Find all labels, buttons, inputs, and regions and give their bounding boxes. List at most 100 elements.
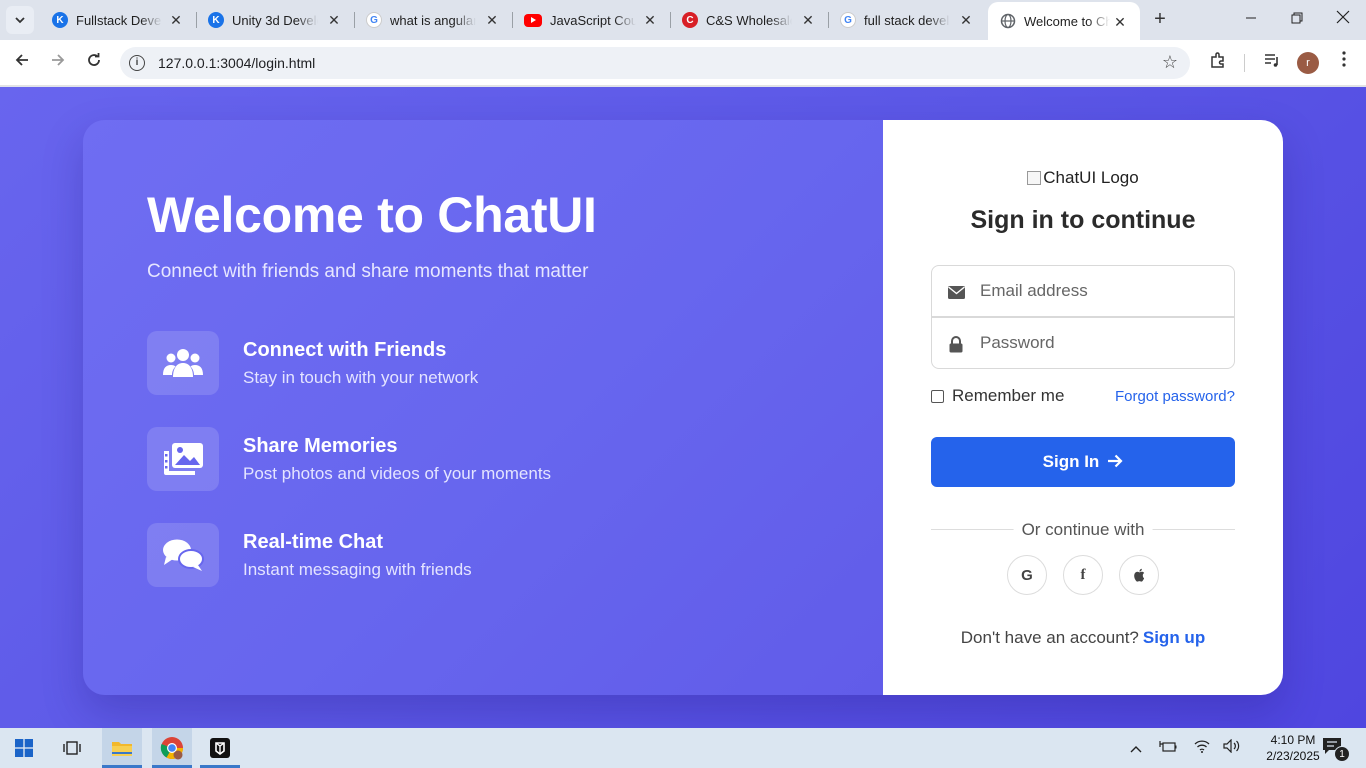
email-input[interactable] xyxy=(980,266,1225,316)
address-bar[interactable]: i 127.0.0.1:3004/login.html ☆ xyxy=(120,47,1190,79)
tab-angular[interactable]: G what is angular ✕ xyxy=(354,0,512,40)
tab-cs-wholesale[interactable]: C C&S Wholesale ✕ xyxy=(670,0,828,40)
feature-title: Connect with Friends xyxy=(243,338,447,361)
feature-title: Real-time Chat xyxy=(243,530,384,553)
lock-icon xyxy=(946,334,966,354)
logo-alt-text: ChatUI Logo xyxy=(1043,168,1139,187)
or-divider: Or continue with xyxy=(931,520,1235,540)
feature-memories: Share Memories Post photos and videos of… xyxy=(147,427,551,491)
tab-fullstack[interactable]: K Fullstack Develo ✕ xyxy=(40,0,196,40)
chrome-app[interactable] xyxy=(152,728,192,768)
browser-toolbar: i 127.0.0.1:3004/login.html ☆ r xyxy=(0,40,1366,86)
tab-search-button[interactable] xyxy=(6,6,34,34)
welcome-subtitle: Connect with friends and share moments t… xyxy=(147,261,589,282)
forgot-password-link[interactable]: Forgot password? xyxy=(1115,388,1235,405)
remember-me[interactable]: Remember me xyxy=(931,386,1064,406)
feature-description: Stay in touch with your network xyxy=(243,367,479,387)
apple-icon xyxy=(1134,568,1145,582)
extensions-icon[interactable] xyxy=(1206,51,1230,75)
tab-fullstack-search[interactable]: G full stack develo ✕ xyxy=(828,0,986,40)
volume-icon[interactable] xyxy=(1222,738,1242,758)
arrow-right-icon xyxy=(1107,452,1123,473)
chevron-down-icon xyxy=(15,17,25,24)
clock-time: 4:10 PM xyxy=(1270,733,1316,747)
new-tab-button[interactable]: + xyxy=(1148,8,1172,32)
file-explorer-app[interactable] xyxy=(102,728,142,768)
close-icon[interactable]: ✕ xyxy=(800,12,816,28)
back-button[interactable] xyxy=(8,49,36,77)
chat-bubbles-icon xyxy=(147,523,219,587)
close-icon[interactable]: ✕ xyxy=(326,12,342,28)
password-input[interactable] xyxy=(980,318,1225,368)
minimize-icon xyxy=(1246,17,1256,19)
toolbar-divider xyxy=(1244,54,1245,72)
arrow-right-icon xyxy=(52,54,65,66)
site-info-icon[interactable]: i xyxy=(129,55,145,71)
broken-image-icon xyxy=(1027,171,1042,185)
start-button[interactable] xyxy=(4,728,44,768)
tab-title: JavaScript Cours xyxy=(550,12,636,28)
reload-button[interactable] xyxy=(80,49,108,77)
signin-button[interactable]: Sign In xyxy=(931,437,1235,487)
folder-icon xyxy=(112,742,132,756)
signup-link[interactable]: Sign up xyxy=(1143,628,1205,647)
close-icon[interactable]: ✕ xyxy=(1112,14,1128,30)
task-view-button[interactable] xyxy=(52,728,92,768)
clock-date: 2/23/2025 xyxy=(1266,749,1320,763)
tab-strip: K Fullstack Develo ✕ K Unity 3d Develo ✕… xyxy=(0,0,1366,40)
windows-logo-icon xyxy=(15,739,33,757)
tab-welcome-active[interactable]: Welcome to Cha ✕ xyxy=(988,2,1140,40)
more-menu-icon[interactable] xyxy=(1332,51,1356,75)
battery-icon[interactable] xyxy=(1158,738,1178,758)
google-login-button[interactable]: G xyxy=(1007,555,1047,595)
remember-me-checkbox[interactable] xyxy=(931,389,944,403)
close-icon[interactable]: ✕ xyxy=(958,12,974,28)
forward-button[interactable] xyxy=(44,49,72,77)
globe-icon xyxy=(1000,13,1016,29)
signup-prompt: Don't have an account? xyxy=(960,628,1139,647)
close-icon[interactable]: ✕ xyxy=(484,12,500,28)
feature-description: Post photos and videos of your moments xyxy=(243,463,552,483)
terminal-app[interactable] xyxy=(200,728,240,768)
tab-javascript[interactable]: JavaScript Cours ✕ xyxy=(512,0,670,40)
tab-title: Welcome to Cha xyxy=(1024,13,1110,29)
blue-k-icon: K xyxy=(208,12,224,28)
tab-title: full stack develo xyxy=(864,12,950,28)
users-icon xyxy=(147,331,219,395)
chevron-up-icon[interactable] xyxy=(1126,738,1146,758)
app-cube-icon xyxy=(210,738,230,758)
facebook-icon: f xyxy=(1080,566,1086,583)
minimize-button[interactable] xyxy=(1228,0,1274,40)
tab-title: C&S Wholesale xyxy=(706,12,792,28)
google-icon: G xyxy=(366,12,382,28)
signin-panel: ChatUI Logo Sign in to continue Remember… xyxy=(883,120,1283,695)
profile-avatar[interactable]: r xyxy=(1297,52,1319,74)
email-field[interactable] xyxy=(931,265,1235,317)
url-text: 127.0.0.1:3004/login.html xyxy=(158,55,316,71)
feature-description: Instant messaging with friends xyxy=(243,559,472,579)
chrome-icon xyxy=(160,737,183,760)
signin-button-label: Sign In xyxy=(1042,452,1100,471)
notification-center-button[interactable]: 1 xyxy=(1322,737,1350,762)
tab-title: Fullstack Develo xyxy=(76,12,162,28)
facebook-login-button[interactable]: f xyxy=(1063,555,1103,595)
close-icon[interactable]: ✕ xyxy=(642,12,658,28)
blue-k-icon: K xyxy=(52,12,68,28)
task-view-icon xyxy=(63,741,81,755)
restore-button[interactable] xyxy=(1274,0,1320,40)
media-control-icon[interactable] xyxy=(1260,51,1284,75)
logo-image: ChatUI Logo xyxy=(883,168,1283,188)
apple-login-button[interactable] xyxy=(1119,555,1159,595)
password-field[interactable] xyxy=(931,317,1235,369)
tab-unity[interactable]: K Unity 3d Develo ✕ xyxy=(196,0,354,40)
close-icon[interactable]: ✕ xyxy=(168,12,184,28)
google-icon: G xyxy=(1021,566,1033,584)
close-window-button[interactable] xyxy=(1320,0,1366,40)
divider-text: Or continue with xyxy=(1013,520,1153,540)
taskbar: 4:10 PM 2/23/2025 1 xyxy=(0,728,1366,768)
system-clock[interactable]: 4:10 PM 2/23/2025 xyxy=(1262,732,1324,764)
feature-connect: Connect with Friends Stay in touch with … xyxy=(147,331,478,395)
wifi-icon[interactable] xyxy=(1192,738,1212,758)
bookmark-star-icon[interactable]: ☆ xyxy=(1162,52,1178,73)
feature-title: Share Memories xyxy=(243,434,398,457)
